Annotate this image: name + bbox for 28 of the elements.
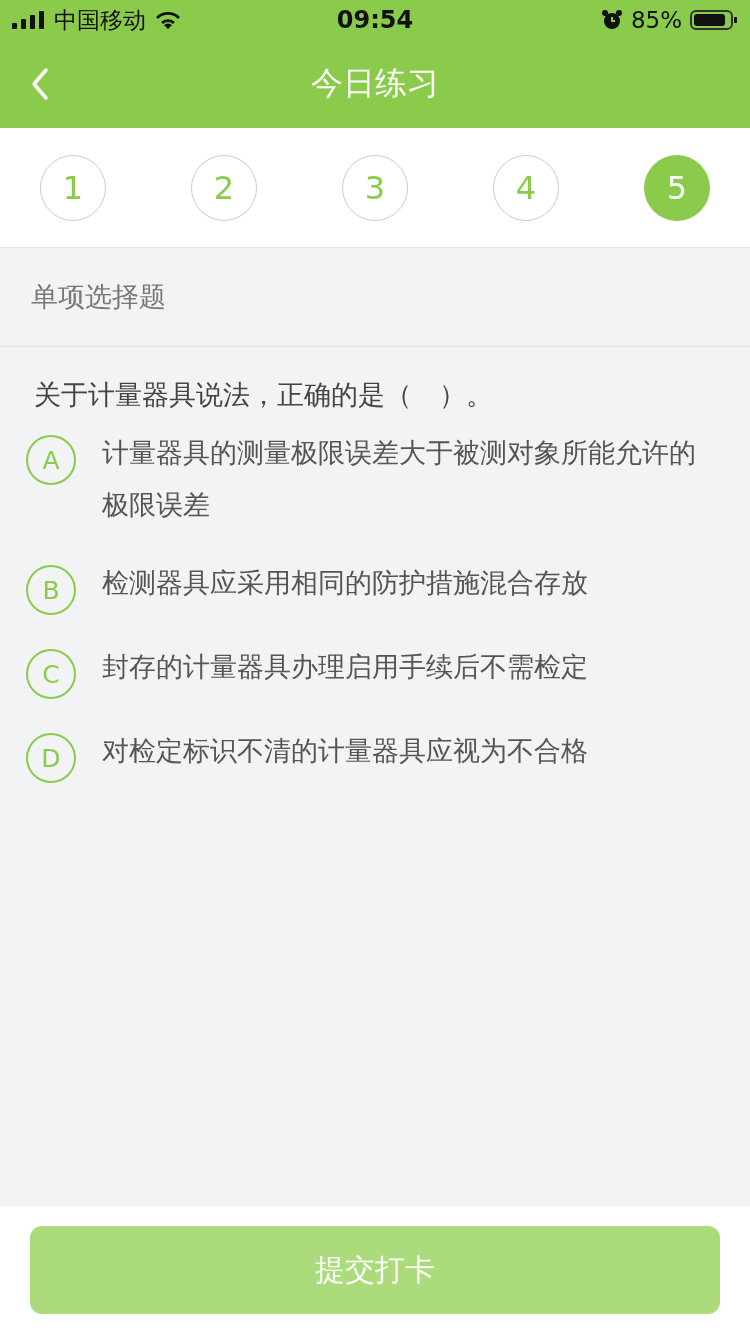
- answer-option[interactable]: D 对检定标识不清的计量器具应视为不合格: [26, 735, 720, 783]
- question-number-button[interactable]: 3: [342, 154, 408, 221]
- alarm-clock-icon: [600, 9, 623, 31]
- option-letter-circle: C: [26, 649, 76, 699]
- option-text: 封存的计量器具办理启用手续后不需检定: [102, 650, 588, 684]
- carrier-name: 中国移动: [54, 5, 146, 35]
- answer-option[interactable]: A 计量器具的测量极限误差大于被测对象所能允许的极限误差: [26, 437, 720, 531]
- question-number-button[interactable]: 5: [644, 154, 710, 221]
- question-number-button[interactable]: 1: [40, 154, 106, 221]
- answer-option[interactable]: B 检测器具应采用相同的防护措施混合存放: [26, 567, 720, 615]
- battery-icon: [690, 9, 738, 31]
- option-text: 对检定标识不清的计量器具应视为不合格: [102, 734, 588, 768]
- question-type-label: 单项选择题: [31, 280, 166, 314]
- option-letter-circle: B: [26, 565, 76, 615]
- signal-icon: [12, 10, 46, 30]
- option-text: 检测器具应采用相同的防护措施混合存放: [102, 566, 588, 600]
- option-letter-circle: D: [26, 733, 76, 783]
- back-button[interactable]: [30, 67, 50, 101]
- page-title: 今日练习: [311, 63, 439, 104]
- clock-time: 09:54: [336, 6, 414, 34]
- battery-percent: 85%: [630, 7, 682, 33]
- question-number-button[interactable]: 2: [191, 154, 257, 221]
- option-letter-circle: A: [26, 435, 76, 485]
- option-text: 计量器具的测量极限误差大于被测对象所能允许的极限误差: [102, 436, 697, 522]
- question-number-button[interactable]: 4: [493, 154, 559, 221]
- answer-option[interactable]: C 封存的计量器具办理启用手续后不需检定: [26, 651, 720, 699]
- question-text: 关于计量器具说法，正确的是（ ）。: [33, 378, 494, 412]
- wifi-icon: [154, 10, 182, 30]
